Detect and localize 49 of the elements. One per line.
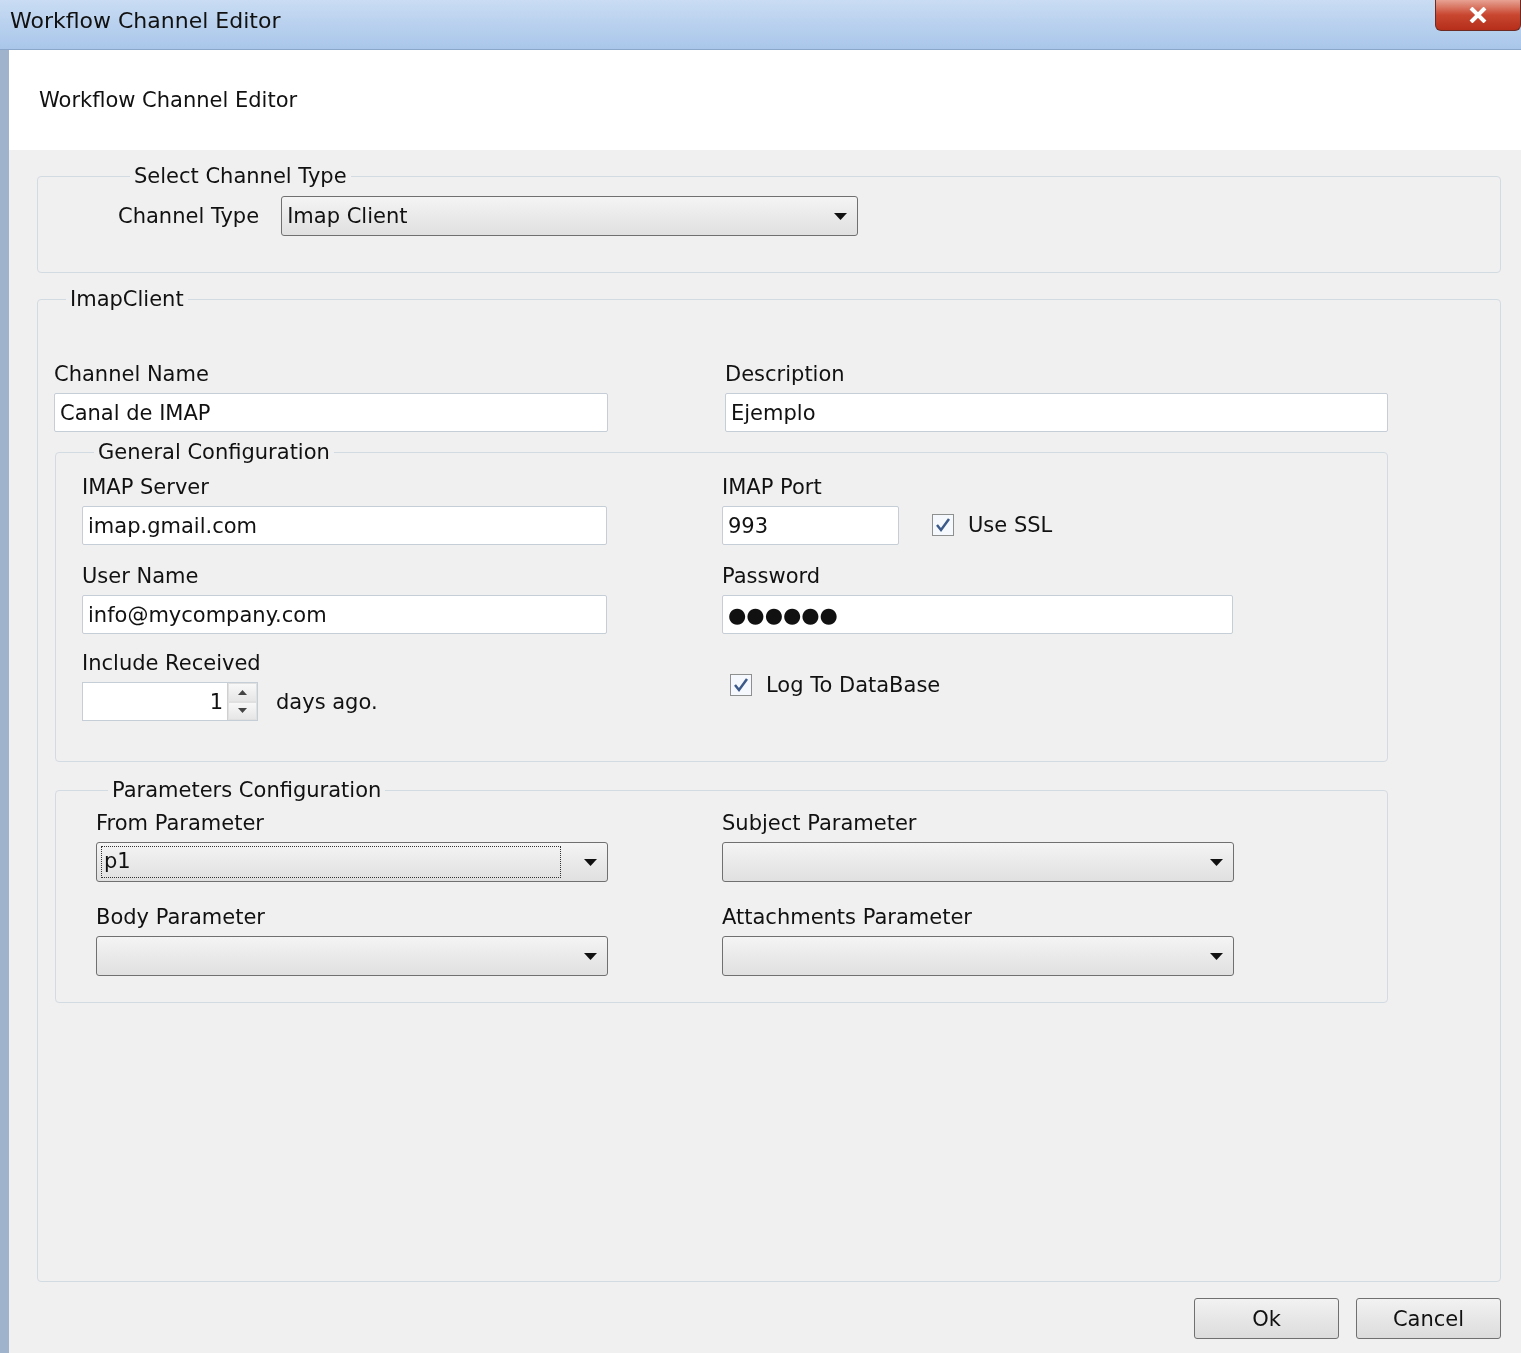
- imap-server-field[interactable]: imap.gmail.com: [82, 506, 607, 545]
- field-label: IMAP Server: [82, 474, 210, 500]
- checkbox-label: Use SSL: [968, 512, 1053, 538]
- field-label: User Name: [82, 563, 200, 589]
- close-button[interactable]: [1435, 0, 1521, 31]
- channel-name-field[interactable]: Canal de IMAP: [54, 393, 608, 432]
- field-label: Description: [725, 361, 846, 387]
- description-field[interactable]: Ejemplo: [725, 393, 1388, 432]
- dialog-button[interactable]: Ok: [1194, 1298, 1339, 1339]
- checkbox[interactable]: [730, 674, 752, 696]
- checkbox[interactable]: [932, 514, 954, 536]
- field-label: Channel Type: [118, 203, 260, 229]
- checkmark-icon: [935, 517, 951, 533]
- dialog-heading: Workflow Channel Editor: [39, 88, 298, 112]
- password-field[interactable]: ●●●●●●: [722, 595, 1233, 634]
- window-title: Workflow Channel Editor: [9, 7, 281, 33]
- checkmark-icon: [733, 677, 749, 693]
- dropdown-arrow-icon: [834, 212, 848, 220]
- imap-port-field[interactable]: 993: [722, 506, 899, 545]
- field-label: Include Received: [82, 650, 262, 676]
- parameter-dropdown[interactable]: [722, 936, 1234, 976]
- field-label: Body Parameter: [96, 904, 266, 930]
- channel-type-dropdown[interactable]: Imap Client: [281, 196, 859, 236]
- parameter-dropdown[interactable]: [722, 842, 1234, 882]
- dropdown-arrow-icon: [584, 952, 597, 960]
- field-label: IMAP Port: [722, 474, 823, 500]
- group-legend: Select Channel Type: [130, 164, 351, 188]
- parameter-dropdown[interactable]: p1: [96, 842, 608, 882]
- user-name-field[interactable]: info@mycompany.com: [82, 595, 607, 634]
- down-arrow-icon: [238, 708, 247, 714]
- dropdown-arrow-icon: [584, 858, 597, 866]
- field-label: Attachments Parameter: [722, 904, 973, 930]
- close-icon: [1469, 7, 1487, 23]
- dropdown-arrow-icon: [1210, 858, 1223, 866]
- up-arrow-icon: [238, 689, 247, 695]
- dropdown-arrow-icon: [1210, 952, 1223, 960]
- group-legend: General Configuration: [94, 440, 334, 464]
- field-label: Password: [722, 563, 822, 589]
- dialog-button[interactable]: Cancel: [1356, 1298, 1501, 1339]
- field-label: Channel Name: [54, 361, 210, 387]
- group-legend: ImapClient: [66, 287, 188, 311]
- checkbox-label: Log To DataBase: [766, 672, 941, 698]
- increment-button[interactable]: [228, 683, 257, 702]
- parameter-dropdown[interactable]: [96, 936, 608, 976]
- days-ago-text: days ago.: [276, 688, 378, 715]
- days-spinner[interactable]: 1: [82, 682, 258, 721]
- field-label: From Parameter: [96, 810, 265, 836]
- group-legend: Parameters Configuration: [108, 778, 386, 802]
- field-label: Subject Parameter: [722, 810, 918, 836]
